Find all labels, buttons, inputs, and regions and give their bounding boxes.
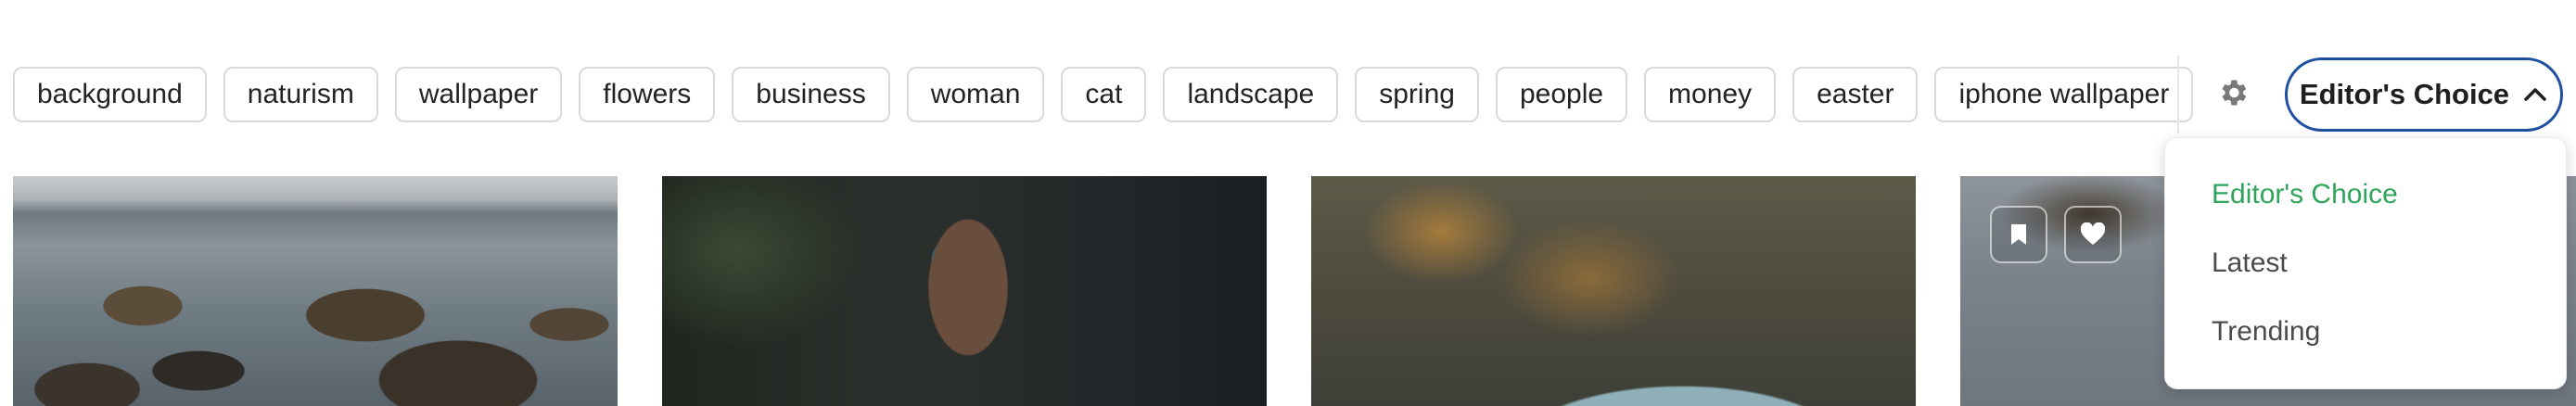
heart-icon xyxy=(2080,222,2106,245)
chevron-up-icon xyxy=(2524,88,2546,101)
toolbar-divider xyxy=(2177,56,2179,133)
tag-chip[interactable]: money xyxy=(1644,67,1777,122)
tag-chip[interactable]: iphone wallpaper xyxy=(1934,67,2194,122)
tag-chip[interactable]: easter xyxy=(1792,67,1919,122)
tag-chip[interactable]: flowers xyxy=(579,67,716,122)
photo-card[interactable] xyxy=(13,176,618,406)
photo-card[interactable] xyxy=(662,176,1267,406)
photo-actions xyxy=(1990,206,2122,263)
tag-chip[interactable]: naturism xyxy=(223,67,378,122)
sort-option-editors-choice[interactable]: Editor's Choice xyxy=(2165,160,2566,229)
tag-chip[interactable]: background xyxy=(13,67,207,122)
tag-bar: background naturism wallpaper flowers bu… xyxy=(13,65,2194,124)
sort-dropdown-button[interactable]: Editor's Choice xyxy=(2285,57,2563,132)
like-button[interactable] xyxy=(2064,206,2122,263)
sort-label: Editor's Choice xyxy=(2299,78,2510,110)
bookmark-icon xyxy=(2011,224,2026,245)
bookmark-button[interactable] xyxy=(1990,206,2047,263)
tag-chip[interactable]: people xyxy=(1495,67,1628,122)
tag-chip[interactable]: woman xyxy=(906,67,1045,122)
sort-option-latest[interactable]: Latest xyxy=(2165,229,2566,298)
sort-dropdown-menu: Editor's Choice Latest Trending xyxy=(2164,137,2567,389)
sort-option-trending[interactable]: Trending xyxy=(2165,298,2566,366)
tag-chip[interactable]: cat xyxy=(1061,67,1147,122)
photo-card[interactable] xyxy=(1311,176,1916,406)
tag-chip[interactable]: wallpaper xyxy=(394,67,563,122)
gear-icon[interactable] xyxy=(2216,76,2250,109)
tag-chip[interactable]: business xyxy=(732,67,890,122)
tag-chip[interactable]: spring xyxy=(1355,67,1479,122)
tag-chip[interactable]: landscape xyxy=(1163,67,1339,122)
